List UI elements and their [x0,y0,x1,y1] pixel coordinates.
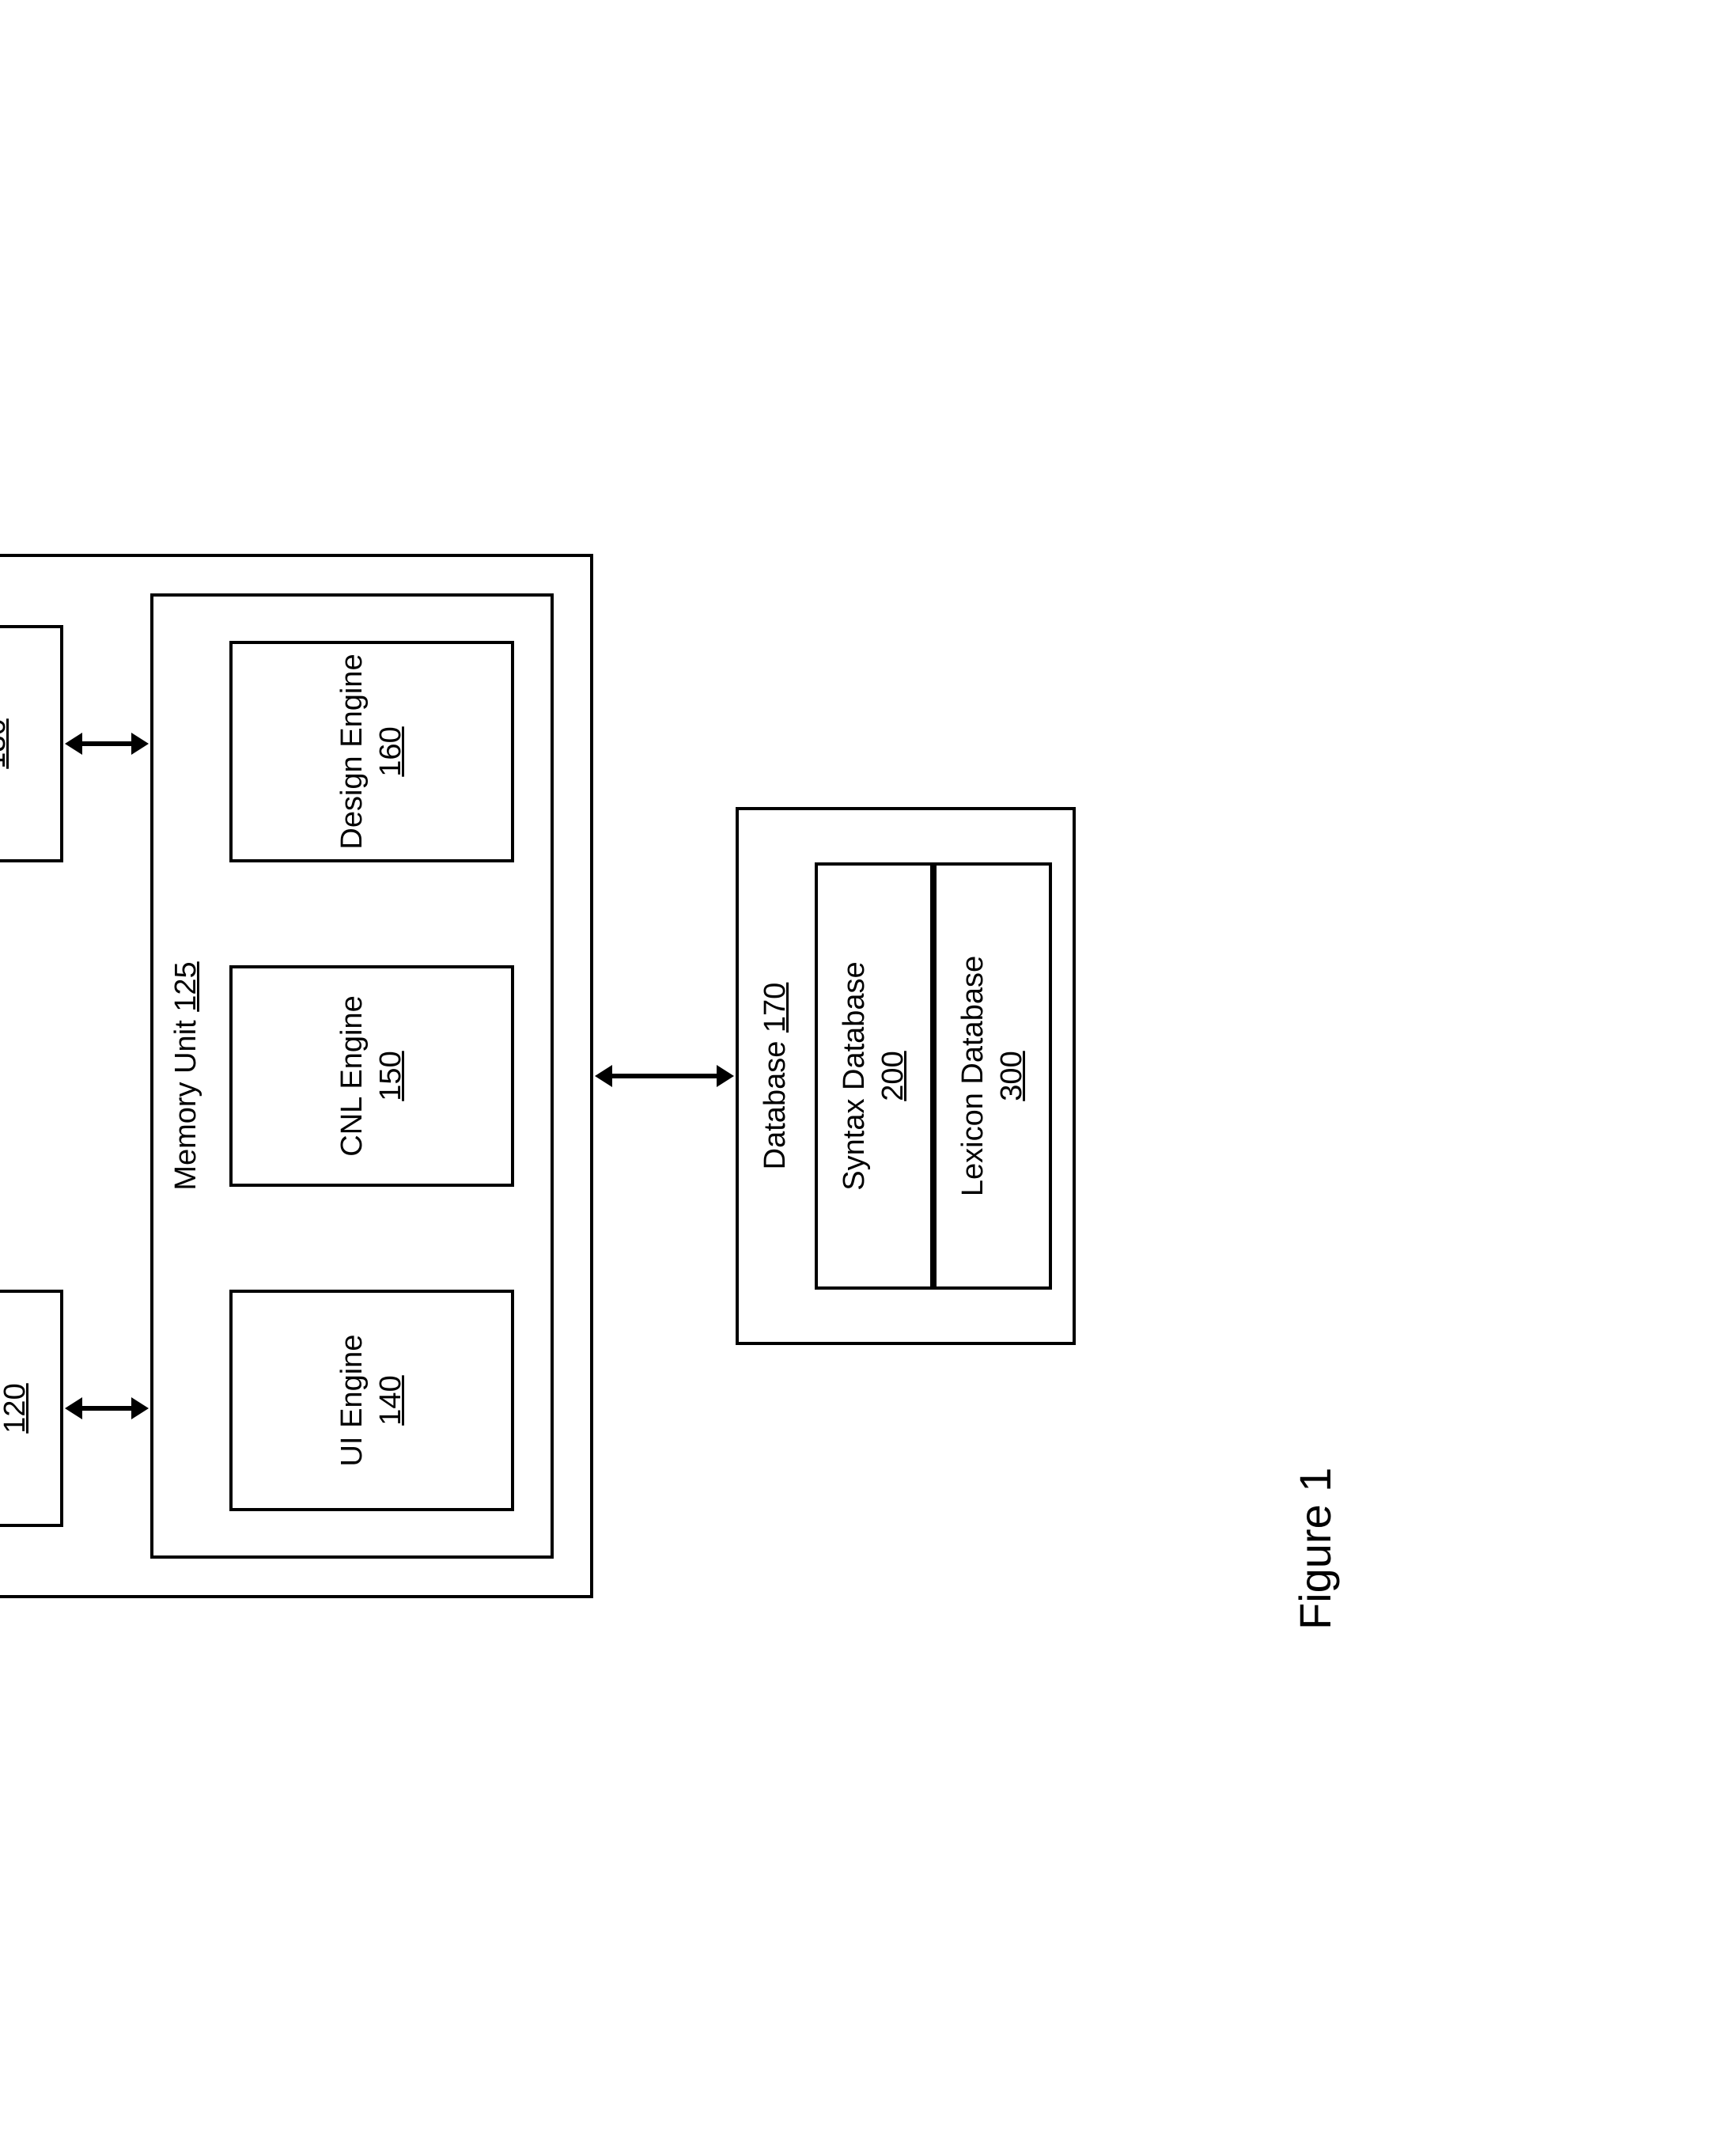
memory-unit-ref: 125 [169,961,202,1011]
design-engine-ref: 160 [372,726,411,776]
ui-engine-label: UI Engine [333,1335,372,1467]
syntax-db-box: Syntax Database 200 [815,862,933,1290]
lexicon-db-label: Lexicon Database [954,956,993,1196]
arrow-computing-database [609,1074,720,1078]
memory-unit-title: Memory Unit 125 [169,597,203,1555]
syntax-db-label: Syntax Database [835,961,874,1190]
figure-caption: Figure 1 [1289,1468,1341,1630]
database-ref: 170 [759,983,792,1033]
cnl-engine-box: CNL Engine 150 [229,965,514,1187]
processing-units-ref: 120 [0,1383,35,1433]
memory-unit-label: Memory Unit [169,1020,202,1190]
io-devices-ref: 130 [0,718,15,768]
diagram-root: 100 Computing Device 110 Processing Unit… [0,522,1447,1630]
ui-engine-box: UI Engine 140 [229,1290,514,1511]
io-devices-box: I/O Devices 130 [0,625,63,862]
design-engine-label: Design Engine [333,654,372,849]
lexicon-db-ref: 300 [993,1051,1031,1101]
syntax-db-ref: 200 [874,1051,913,1101]
cnl-engine-label: CNL Engine [333,995,372,1157]
database-label: Database [759,1041,792,1170]
arrow-io-memory [79,741,134,746]
ui-engine-ref: 140 [372,1375,411,1425]
design-engine-box: Design Engine 160 [229,641,514,862]
processing-units-box: Processing Unit(s) 120 [0,1290,63,1527]
database-title: Database 170 [759,810,793,1342]
arrow-processing-memory [79,1406,134,1411]
lexicon-db-box: Lexicon Database 300 [933,862,1052,1290]
cnl-engine-ref: 150 [372,1051,411,1101]
